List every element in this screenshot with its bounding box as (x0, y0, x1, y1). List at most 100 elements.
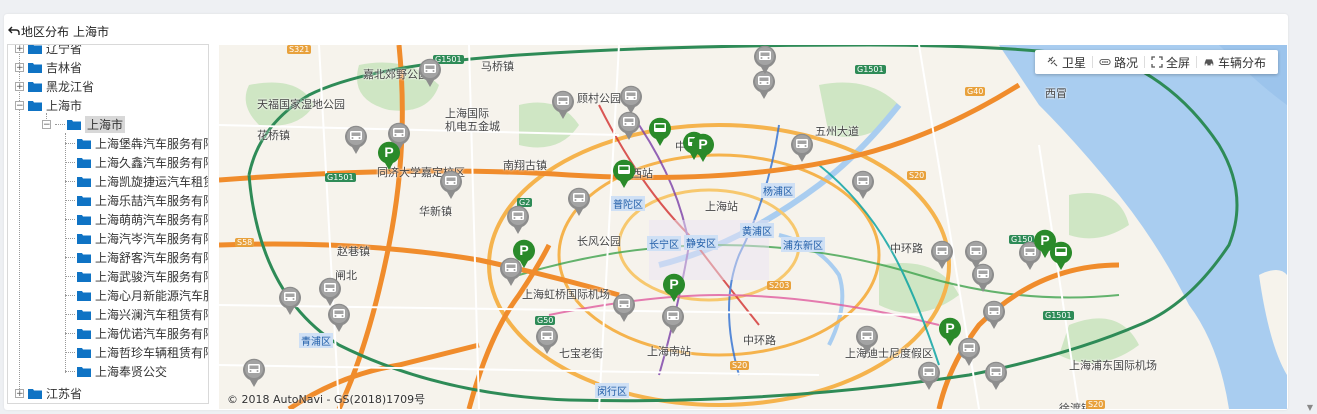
tree-leaf-company[interactable]: 上海兴澜汽车租赁有限 (65, 305, 208, 324)
tree-leaf-company[interactable]: 上海乐喆汽车服务有限 (65, 191, 208, 210)
bus-pin-icon[interactable] (982, 300, 1006, 330)
highway-shield: G1501 (855, 65, 886, 74)
map-view[interactable]: 嘉北郊野公园 天福国家湿地公园 花桥镇 上海国际 机电五金城 顾村公园 马桥镇 … (219, 45, 1287, 409)
bus-pin-icon[interactable] (917, 361, 941, 391)
parking-pin-icon[interactable]: P (512, 239, 536, 269)
traffic-button[interactable]: 路况 (1093, 54, 1144, 71)
traffic-icon (1099, 58, 1111, 66)
bus-pin-icon[interactable] (984, 361, 1008, 391)
tree-node-shanghai[interactable]: − 上海市 (15, 96, 82, 115)
map-label: 普陀区 (611, 196, 645, 211)
map-label: 顾村公园 (577, 92, 621, 105)
folder-icon (77, 176, 91, 187)
parking-pin-icon[interactable] (1049, 241, 1073, 271)
parking-pin-icon[interactable]: P (938, 317, 962, 347)
tree-leaf-company[interactable]: 上海优诺汽车服务有限 (65, 324, 208, 343)
back-button[interactable]: 地区分布 (8, 23, 69, 40)
tree-leaf-company[interactable]: 上海哲珍车辆租赁有限 (65, 343, 208, 362)
map-label: 闵行区 (595, 383, 629, 398)
tree-node-heilongjiang[interactable]: + 黑龙江省 (15, 77, 94, 96)
tree-node-label: 吉林省 (46, 61, 83, 75)
parking-pin-icon[interactable]: P (691, 133, 715, 163)
map-label: 青浦区 (299, 333, 333, 348)
tree-node-label: 辽宁省 (46, 44, 83, 56)
tree-leaf-company[interactable]: 上海汽岑汽车服务有限 (65, 229, 209, 248)
collapse-toggle[interactable]: − (15, 101, 24, 111)
tree-node-label: 上海汽岑汽车服务有限 (95, 232, 209, 246)
expand-toggle[interactable]: + (15, 45, 24, 54)
bus-pin-icon[interactable] (418, 58, 442, 88)
tree-connector (65, 219, 75, 220)
bus-pin-icon[interactable] (344, 125, 368, 155)
map-label: 黄浦区 (740, 223, 774, 238)
current-area: 上海市 (73, 24, 110, 39)
bus-pin-icon[interactable] (971, 263, 995, 293)
tree-node-liaoning[interactable]: + 辽宁省 (15, 44, 83, 58)
folder-icon (77, 328, 91, 339)
bus-pin-icon[interactable] (551, 90, 575, 120)
bus-pin-icon[interactable] (753, 45, 777, 75)
expand-toggle[interactable]: + (15, 389, 24, 399)
bus-pin-icon[interactable] (439, 170, 463, 200)
highway-shield: G50 (535, 316, 556, 325)
tree-node-jilin[interactable]: + 吉林省 (15, 58, 82, 77)
satellite-button[interactable]: 卫星 (1041, 54, 1092, 71)
scroll-indicator[interactable]: ▼ (1307, 403, 1313, 412)
tree-node-label: 上海久鑫汽车服务有限 (95, 156, 209, 170)
map-label: 上海站 (705, 200, 738, 213)
tree-connector (55, 124, 65, 125)
highway-shield: S321 (287, 45, 312, 54)
tree-connector (65, 352, 75, 353)
tree-leaf-company[interactable]: 上海武骏汽车服务有限 (65, 267, 208, 286)
satellite-label: 卫星 (1061, 55, 1086, 70)
highway-shield: S20 (907, 171, 927, 180)
highway-shield: G1501 (1043, 311, 1074, 320)
parking-pin-icon[interactable] (612, 159, 636, 189)
tree-connector (65, 162, 75, 163)
fullscreen-button[interactable]: 全屏 (1145, 54, 1196, 71)
highway-shield: S58 (235, 238, 255, 247)
bus-pin-icon[interactable] (851, 170, 875, 200)
map-label: 中环路 (890, 242, 923, 255)
tree-leaf-company[interactable]: 上海萌萌汽车服务有限 (65, 210, 209, 229)
bus-pin-icon[interactable] (790, 133, 814, 163)
tree-node-label: 上海凯旋捷运汽车租赁 (95, 175, 209, 189)
bus-pin-icon[interactable] (612, 293, 636, 323)
bus-pin-icon[interactable] (242, 358, 266, 388)
tree-node-label: 上海萌萌汽车服务有限 (95, 213, 209, 227)
bus-pin-icon[interactable] (506, 205, 530, 235)
tree-leaf-company[interactable]: 上海凯旋捷运汽车租赁 (65, 172, 209, 191)
map-label: 中环路 (743, 334, 776, 347)
vehicle-distribution-button[interactable]: 车辆分布 (1197, 54, 1272, 71)
tree-leaf-company[interactable]: 上海奉贤公交 (65, 362, 167, 381)
svg-text:P: P (945, 320, 954, 336)
bus-pin-icon[interactable] (567, 187, 591, 217)
bus-pin-icon[interactable] (617, 111, 641, 141)
tree-leaf-company[interactable]: 上海久鑫汽车服务有限 (65, 153, 209, 172)
bus-pin-icon[interactable] (327, 303, 351, 333)
tree-leaf-company[interactable]: 上海舒客汽车服务有限 (65, 248, 208, 267)
map-label: 赵巷镇 (337, 245, 370, 258)
tree-leaf-company[interactable]: 上海堡犇汽车服务有限 (65, 134, 208, 153)
back-arrow-icon (8, 26, 20, 35)
map-label: 马桥镇 (481, 60, 514, 73)
bus-pin-icon[interactable] (535, 325, 559, 355)
expand-toggle[interactable]: + (15, 63, 24, 73)
folder-icon (28, 45, 42, 54)
traffic-label: 路况 (1113, 55, 1138, 70)
map-label: 长宁区 (647, 236, 681, 251)
expand-toggle[interactable]: + (15, 82, 24, 92)
bus-pin-icon[interactable] (930, 240, 954, 270)
tree-node-shanghai-city[interactable]: − 上海市 (42, 115, 126, 134)
tree-leaf-company[interactable]: 上海心月新能源汽车服 (65, 286, 208, 305)
collapse-toggle[interactable]: − (42, 120, 51, 130)
parking-pin-icon[interactable]: P (662, 273, 686, 303)
parking-pin-icon[interactable] (648, 117, 672, 147)
tree-connector (65, 181, 75, 182)
parking-pin-icon[interactable]: P (377, 141, 401, 171)
bus-pin-icon[interactable] (661, 305, 685, 335)
bus-pin-icon[interactable] (855, 325, 879, 355)
tree-node-label: 上海市 (85, 116, 126, 133)
bus-pin-icon[interactable] (278, 286, 302, 316)
tree-node-jiangsu[interactable]: + 江苏省 (15, 384, 82, 403)
